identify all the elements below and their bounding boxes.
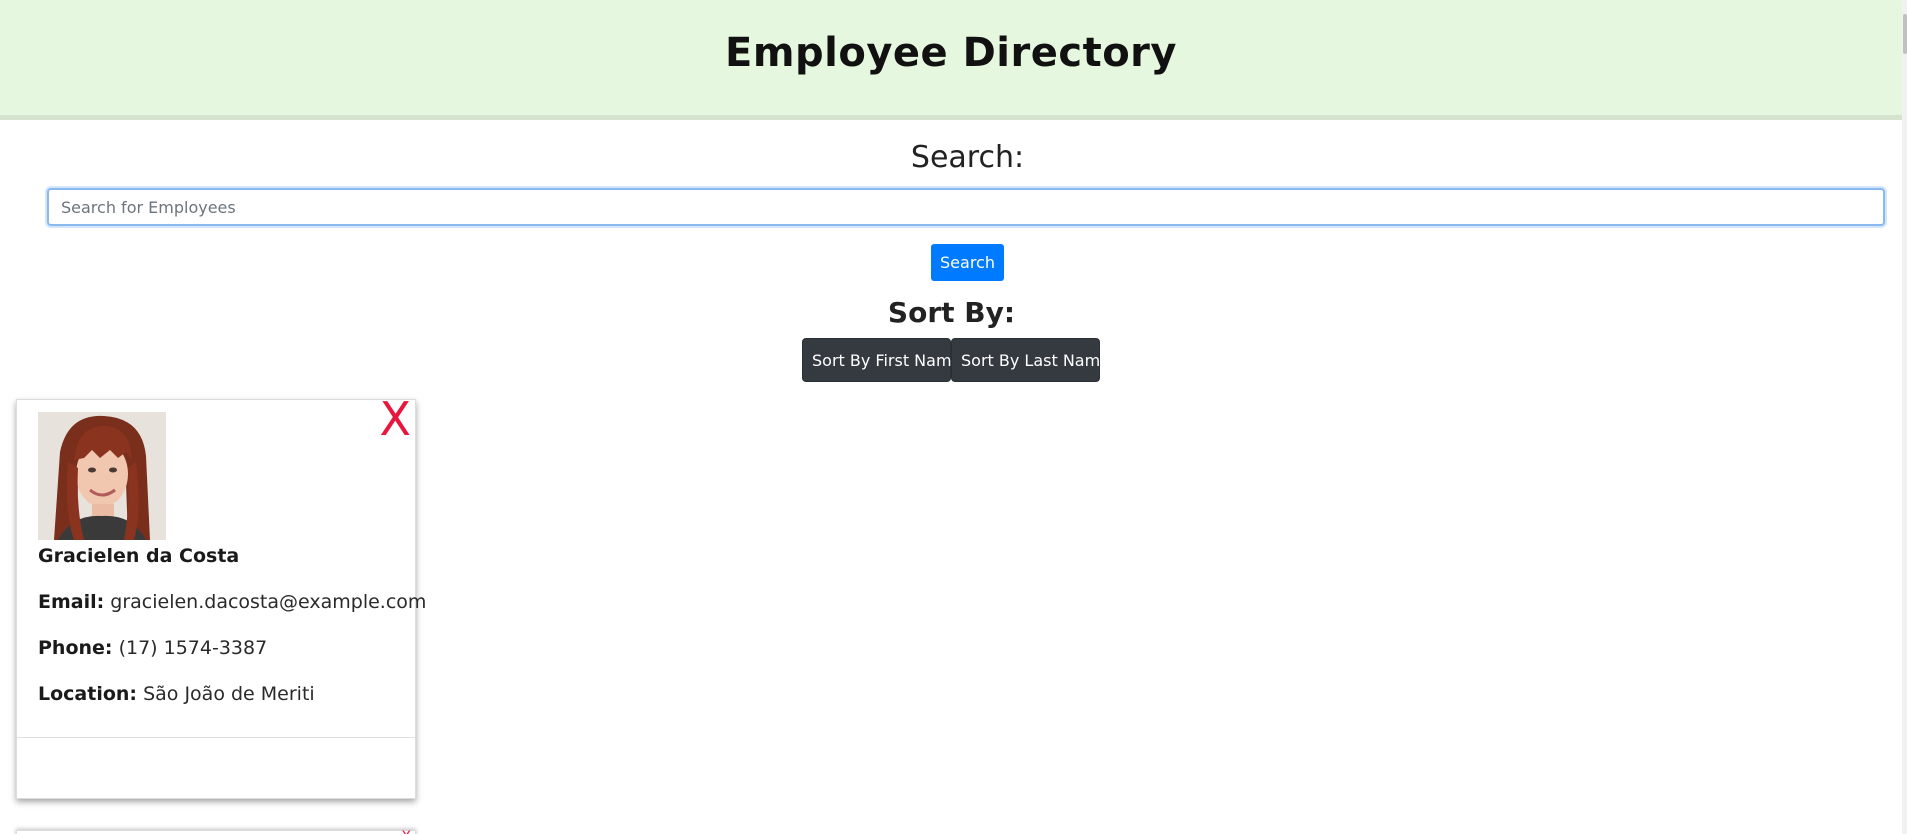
page-header: Employee Directory [0,0,1902,120]
employee-email: Email: gracielen.dacosta@example.com [38,591,426,613]
sort-label: Sort By: [887,296,1016,329]
page-scrollbar[interactable] [1902,0,1907,834]
remove-employee-button[interactable]: X [379,396,411,442]
employee-card: X [16,829,416,834]
sort-first-name-button[interactable]: Sort By First Name [802,338,961,382]
phone-value: (17) 1574-3387 [118,637,268,659]
avatar [38,412,166,540]
phone-label: Phone: [38,637,113,659]
search-button[interactable]: Search [931,244,1004,281]
search-input[interactable] [47,188,1885,226]
card-footer-divider [17,737,415,738]
email-label: Email: [38,591,105,613]
page-title: Employee Directory [725,30,1177,76]
search-label: Search: [910,140,1025,175]
page: Employee Directory Search: Search Sort B… [0,0,1907,834]
remove-employee-button[interactable]: X [401,829,411,834]
email-value: gracielen.dacosta@example.com [110,591,427,613]
avatar-photo [38,412,166,540]
sort-last-name-button[interactable]: Sort By Last Name [951,338,1110,382]
sort-button-group: Sort By First Name Sort By Last Name [802,338,1110,382]
scrollbar-thumb[interactable] [1903,14,1907,54]
location-label: Location: [38,683,138,705]
employee-card: X [16,396,426,799]
employee-name: Gracielen da Costa [38,545,240,567]
employee-location: Location: São João de Meriti [38,683,315,705]
location-value: São João de Meriti [143,683,315,705]
employee-phone: Phone: (17) 1574-3387 [38,637,267,659]
